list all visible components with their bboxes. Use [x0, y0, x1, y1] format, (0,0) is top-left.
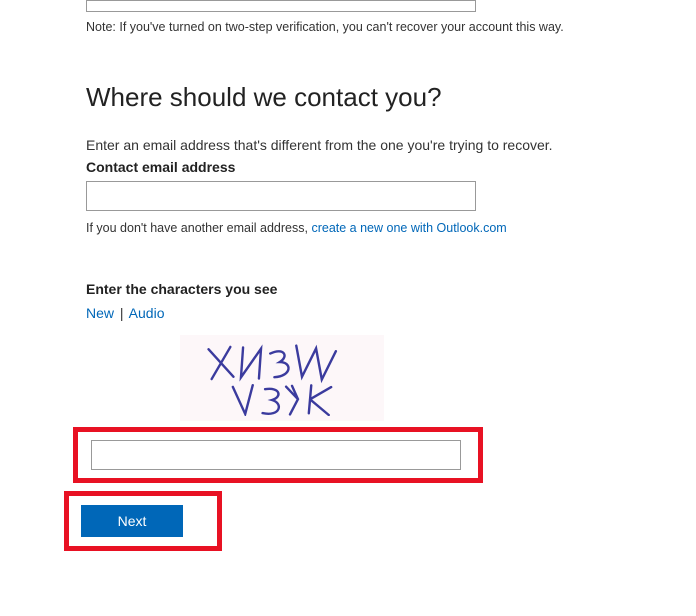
helper-row: If you don't have another email address,… — [86, 221, 696, 235]
captcha-label: Enter the characters you see — [86, 281, 696, 297]
email-label: Contact email address — [86, 159, 696, 175]
captcha-new-link[interactable]: New — [86, 305, 114, 321]
captcha-input[interactable] — [91, 440, 461, 470]
captcha-image — [180, 335, 384, 421]
page-heading: Where should we contact you? — [86, 82, 696, 113]
email-instruction: Enter an email address that's different … — [86, 137, 696, 153]
captcha-distorted-text-icon — [192, 340, 372, 416]
captcha-input-highlight — [73, 427, 483, 483]
next-button-highlight: Next — [64, 491, 222, 551]
captcha-audio-link[interactable]: Audio — [129, 305, 165, 321]
contact-email-input[interactable] — [86, 181, 476, 211]
helper-text: If you don't have another email address, — [86, 221, 311, 235]
create-outlook-link[interactable]: create a new one with Outlook.com — [311, 221, 506, 235]
next-button[interactable]: Next — [81, 505, 183, 537]
captcha-links-row: New | Audio — [86, 305, 696, 321]
captcha-divider: | — [120, 305, 124, 321]
two-step-note: Note: If you've turned on two-step verif… — [86, 20, 696, 34]
previous-input-bottom — [86, 0, 476, 12]
